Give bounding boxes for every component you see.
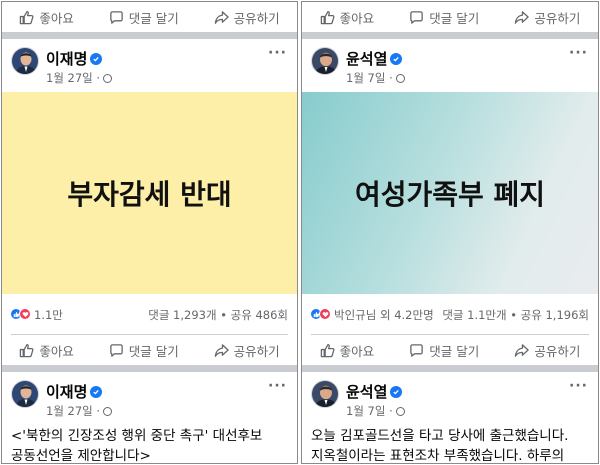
like-button[interactable]: 좋아요 <box>19 8 74 27</box>
verified-badge-icon <box>390 385 403 398</box>
thumbs-up-icon <box>20 343 34 357</box>
author-name[interactable]: 윤석열 <box>346 48 403 69</box>
avatar[interactable] <box>11 380 39 408</box>
more-options-button[interactable]: ··· <box>268 45 287 61</box>
left-panel: 좋아요 댓글 달기 공유하기 이재명 1월 27일 · ··· 부자감세 반대 <box>1 1 298 464</box>
feed-separator <box>302 32 598 39</box>
avatar[interactable] <box>311 47 339 75</box>
action-bar: 좋아요 댓글 달기 공유하기 <box>2 2 297 32</box>
share-button[interactable]: 공유하기 <box>514 8 580 27</box>
verified-badge-icon <box>90 52 103 65</box>
comment-label: 댓글 달기 <box>128 10 179 26</box>
globe-icon <box>103 406 113 416</box>
post-text-line: <'북한의 긴장조성 행위 중단 촉구' 대선후보 <box>11 428 263 444</box>
reaction-count[interactable]: 1.1만 <box>34 307 63 323</box>
post-meta: 1월 27일 · <box>46 403 113 419</box>
share-button[interactable]: 공유하기 <box>214 341 280 360</box>
post-text-line: 공동선언을 제안합니다> <box>11 448 151 464</box>
author-name[interactable]: 이재명 <box>46 48 103 69</box>
love-reaction-icon <box>319 308 331 320</box>
post-header: 윤석열 1월 7일 · ··· <box>302 39 598 89</box>
share-icon <box>515 343 530 357</box>
comment-button[interactable]: 댓글 달기 <box>409 8 479 27</box>
thumbs-up-icon <box>20 10 34 24</box>
post-header: 이재명 1월 27일 · ··· <box>2 372 297 422</box>
post-date[interactable]: 1월 7일 · <box>346 403 393 419</box>
like-button[interactable]: 좋아요 <box>19 341 74 360</box>
globe-icon <box>395 406 405 416</box>
comment-label: 댓글 달기 <box>128 343 179 359</box>
thumbs-up-icon <box>320 10 335 24</box>
globe-icon <box>395 73 405 83</box>
share-button[interactable]: 공유하기 <box>214 8 280 27</box>
action-bar: 좋아요 댓글 달기 공유하기 <box>2 335 297 365</box>
share-label: 공유하기 <box>534 343 581 359</box>
reaction-icons[interactable] <box>310 308 331 320</box>
comment-button[interactable]: 댓글 달기 <box>109 341 179 360</box>
reaction-count[interactable]: 박인규님 외 4.2만명 <box>334 307 434 323</box>
like-label: 좋아요 <box>339 10 375 26</box>
post-meta: 1월 27일 · <box>46 70 113 86</box>
post-image[interactable]: 여성가족부 폐지 <box>302 92 598 294</box>
post-text-line: 오늘 김포골드선을 타고 당사에 출근했습니다. <box>311 428 569 444</box>
feed-separator <box>2 365 297 372</box>
post-image[interactable]: 부자감세 반대 <box>2 92 297 294</box>
comment-button[interactable]: 댓글 달기 <box>409 341 479 360</box>
like-button[interactable]: 좋아요 <box>320 8 375 27</box>
like-label: 좋아요 <box>39 10 74 26</box>
share-button[interactable]: 공유하기 <box>514 341 580 360</box>
reaction-icons[interactable] <box>10 308 31 320</box>
comment-icon <box>410 343 424 357</box>
share-icon <box>515 10 530 24</box>
verified-badge-icon <box>390 52 403 65</box>
share-icon <box>214 343 229 357</box>
comment-icon <box>410 10 424 24</box>
post-date[interactable]: 1월 27일 · <box>46 403 100 419</box>
author-name[interactable]: 윤석열 <box>346 381 403 402</box>
more-options-button[interactable]: ··· <box>569 378 588 394</box>
verified-badge-icon <box>90 385 103 398</box>
image-text: 여성가족부 폐지 <box>354 178 546 211</box>
action-bar: 좋아요 댓글 달기 공유하기 <box>302 2 598 32</box>
feed-separator <box>302 365 598 372</box>
comment-icon <box>109 343 123 357</box>
avatar[interactable] <box>11 47 39 75</box>
share-label: 공유하기 <box>233 343 280 359</box>
comment-label: 댓글 달기 <box>429 343 480 359</box>
post-header: 이재명 1월 27일 · ··· <box>2 39 297 89</box>
post-date[interactable]: 1월 7일 · <box>346 70 393 86</box>
like-label: 좋아요 <box>339 343 375 359</box>
post-meta: 1월 7일 · <box>346 70 405 86</box>
post-text: 오늘 김포골드선을 타고 당사에 출근했습니다. 지옥철이라는 표현조차 부족했… <box>311 426 592 464</box>
post-text: <'북한의 긴장조성 행위 중단 촉구' 대선후보 공동선언을 제안합니다> <box>11 426 291 464</box>
love-reaction-icon <box>19 308 31 320</box>
share-label: 공유하기 <box>534 10 581 26</box>
globe-icon <box>103 73 113 83</box>
more-options-button[interactable]: ··· <box>268 378 287 394</box>
reaction-summary: 1.1만 댓글 1,293개 • 공유 486회 <box>2 304 297 326</box>
post-header: 윤석열 1월 7일 · ··· <box>302 372 598 422</box>
like-button[interactable]: 좋아요 <box>320 341 375 360</box>
action-bar: 좋아요 댓글 달기 공유하기 <box>302 335 598 365</box>
post-text-line: 지옥철이라는 표현조차 부족했습니다. 하루의 <box>311 448 565 464</box>
author-name[interactable]: 이재명 <box>46 381 103 402</box>
comment-label: 댓글 달기 <box>429 10 480 26</box>
comment-share-stats[interactable]: 댓글 1,293개 • 공유 486회 <box>148 307 288 323</box>
comment-icon <box>109 10 123 24</box>
image-text: 부자감세 반대 <box>67 178 232 211</box>
share-icon <box>214 10 229 24</box>
feed-separator <box>2 32 297 39</box>
avatar[interactable] <box>311 380 339 408</box>
comment-share-stats[interactable]: 댓글 1.1만개 • 공유 1,196회 <box>442 307 589 323</box>
share-label: 공유하기 <box>233 10 280 26</box>
thumbs-up-icon <box>320 343 335 357</box>
reaction-summary: 박인규님 외 4.2만명 댓글 1.1만개 • 공유 1,196회 <box>302 304 598 326</box>
comment-button[interactable]: 댓글 달기 <box>109 8 179 27</box>
like-label: 좋아요 <box>39 343 74 359</box>
more-options-button[interactable]: ··· <box>569 45 588 61</box>
post-meta: 1월 7일 · <box>346 403 405 419</box>
post-date[interactable]: 1월 27일 · <box>46 70 100 86</box>
right-panel: 좋아요 댓글 달기 공유하기 윤석열 1월 7일 · ··· 여성가족부 폐지 <box>301 1 599 464</box>
